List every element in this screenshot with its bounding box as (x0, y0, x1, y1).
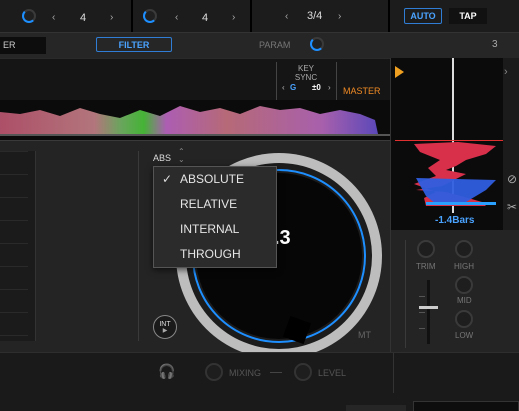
right-beat-panel: -1.4Bars › ⊘ ✂ (390, 58, 519, 230)
level-knob[interactable] (294, 363, 312, 381)
filter-button[interactable]: FILTER (96, 37, 172, 52)
menu-item-absolute[interactable]: ✓ ABSOLUTE (154, 167, 277, 192)
fx-bar: ER FILTER PARAM 3 (0, 32, 519, 58)
key-sync-control[interactable]: ‹ G ±0 › (282, 83, 332, 95)
beat-histogram (414, 142, 496, 206)
overview-waveform[interactable] (0, 100, 390, 140)
trim-knob[interactable] (417, 240, 435, 258)
bottom-bar: 🎧 MIXING LEVEL (0, 352, 519, 411)
master-button[interactable]: MASTER (343, 86, 381, 96)
int-button[interactable]: INT ▶ (153, 315, 177, 339)
mixer-panel: TRIM HIGH MID LOW (390, 230, 519, 352)
channel-fader[interactable] (419, 280, 438, 344)
chevron-icon[interactable]: › (504, 66, 508, 78)
bottom-mid-slot[interactable] (346, 405, 406, 411)
key-sync-label: KEY SYNC (294, 64, 318, 82)
int-play-icon: ▶ (162, 328, 168, 334)
left-increment-arrow-icon[interactable]: › (110, 12, 113, 23)
waveform-graphic (0, 106, 390, 136)
fx-left-label: ER (3, 40, 16, 50)
deck-header: KEY SYNC ‹ G ±0 › MASTER (0, 58, 390, 100)
mid-increment-arrow-icon[interactable]: › (232, 12, 235, 23)
key-left-arrow-icon[interactable]: ‹ (282, 83, 285, 92)
level-label: LEVEL (318, 368, 347, 378)
top-knob-mid[interactable] (143, 9, 157, 23)
bars-readout: -1.4Bars (435, 215, 475, 226)
mid-knob[interactable] (455, 276, 473, 294)
high-label: HIGH (454, 262, 474, 271)
beat-decrement-arrow-icon[interactable]: ‹ (285, 11, 288, 22)
fx-right-value: 3 (492, 39, 498, 50)
top-mid-value: 4 (202, 12, 209, 24)
low-knob[interactable] (455, 310, 473, 328)
beat-value: 3/4 (307, 10, 323, 22)
loop-icon[interactable]: ⊘ (507, 172, 517, 186)
left-decrement-arrow-icon[interactable]: ‹ (52, 12, 55, 23)
bottom-right-slot[interactable] (413, 401, 519, 411)
fader-handle[interactable] (419, 306, 438, 309)
beat-increment-arrow-icon[interactable]: › (338, 11, 341, 22)
menu-item-relative[interactable]: RELATIVE (154, 192, 277, 217)
mid-decrement-arrow-icon[interactable]: ‹ (175, 12, 178, 23)
mt-label[interactable]: MT (358, 330, 371, 340)
checkmark-icon: ✓ (162, 172, 173, 186)
play-marker-icon (395, 66, 404, 78)
mode-label[interactable]: ABS (153, 153, 171, 163)
trim-label: TRIM (416, 262, 436, 271)
mixing-label: MIXING (229, 368, 262, 378)
menu-item-through[interactable]: THROUGH (154, 242, 277, 267)
tap-button[interactable]: TAP (449, 8, 487, 24)
top-bar: ‹ 4 › ‹ 4 › ‹ 3/4 › AUTO TAP (0, 0, 519, 32)
headphones-icon[interactable]: 🎧 (158, 363, 175, 380)
mid-label: MID (457, 296, 472, 305)
top-knob-left[interactable] (22, 9, 36, 23)
low-label: LOW (455, 331, 474, 340)
top-left-value: 4 (80, 12, 87, 24)
menu-item-internal[interactable]: INTERNAL (154, 217, 277, 242)
mixing-knob[interactable] (205, 363, 223, 381)
param-label: PARAM (259, 40, 291, 50)
key-right-arrow-icon[interactable]: › (328, 83, 331, 92)
auto-button[interactable]: AUTO (404, 8, 442, 24)
scissors-icon[interactable]: ✂ (507, 200, 517, 214)
mode-stepper-icon[interactable]: ⌃ ⌄ (178, 148, 185, 164)
fx-left-slot[interactable]: ER (0, 37, 46, 54)
left-list-strip[interactable] (0, 151, 36, 341)
high-knob[interactable] (455, 240, 473, 258)
mode-dropdown: ✓ ABSOLUTE RELATIVE INTERNAL THROUGH (153, 166, 277, 268)
param-knob[interactable] (310, 37, 324, 51)
